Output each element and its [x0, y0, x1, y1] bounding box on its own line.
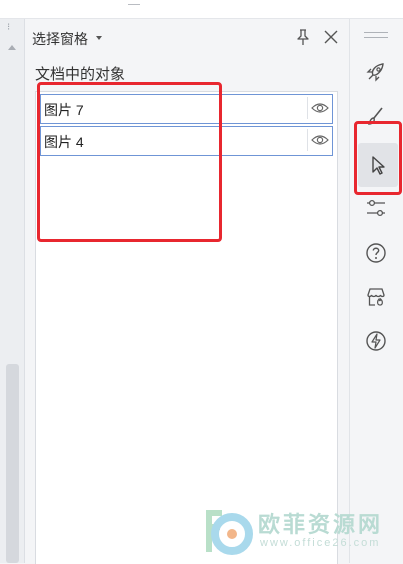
lightning-button[interactable]: [361, 326, 391, 356]
scroll-up-arrow-icon[interactable]: [8, 45, 16, 50]
shop-icon: [367, 288, 385, 306]
visibility-toggle[interactable]: [307, 129, 332, 151]
watermark-logo-icon: [206, 510, 253, 555]
caret-down-icon[interactable]: [96, 36, 102, 40]
brush-button[interactable]: [361, 101, 391, 131]
shop-button[interactable]: [361, 282, 391, 312]
settings-button[interactable]: [361, 193, 391, 223]
left-scroll-strip: ⁝: [0, 19, 25, 563]
list-item[interactable]: 图片 4: [40, 126, 333, 156]
help-button[interactable]: [361, 238, 391, 268]
top-strip: [0, 0, 403, 19]
right-toolbar: [349, 19, 403, 563]
section-label: 文档中的对象: [35, 66, 126, 83]
visibility-toggle[interactable]: [307, 97, 332, 119]
grip-icon[interactable]: ⁝: [7, 23, 10, 33]
scrollbar-thumb[interactable]: [6, 364, 19, 563]
list-item[interactable]: 图片 7: [40, 94, 333, 124]
pane-title[interactable]: 选择窗格: [32, 29, 88, 49]
toolbar-menu-icon[interactable]: [364, 32, 388, 40]
help-icon: [366, 243, 386, 263]
selection-pane: 选择窗格 文档中的对象 图片 7 图片 4: [25, 19, 348, 564]
item-label: 图片 7: [44, 102, 84, 118]
close-button[interactable]: [321, 27, 341, 47]
settings-sliders-icon: [367, 199, 385, 217]
pin-icon: [297, 29, 309, 45]
lightning-icon: [366, 331, 386, 351]
top-tick: [128, 0, 140, 5]
item-label: 图片 4: [44, 134, 84, 150]
pin-button[interactable]: [293, 27, 313, 47]
rocket-button[interactable]: [361, 57, 391, 87]
brush-icon: [368, 107, 383, 125]
close-icon: [324, 30, 338, 44]
eye-icon: [311, 135, 329, 145]
rocket-icon: [366, 63, 384, 82]
eye-icon: [311, 103, 329, 113]
select-pointer-button[interactable]: [358, 143, 398, 187]
object-list: 图片 7 图片 4: [35, 91, 338, 564]
pointer-icon: [372, 156, 385, 175]
pane-header: 选择窗格: [25, 19, 348, 57]
watermark-url: www.office26.com: [260, 537, 381, 549]
watermark: 欧菲资源网 www.office26.com: [200, 500, 403, 563]
watermark-text: 欧菲资源网: [258, 512, 384, 537]
